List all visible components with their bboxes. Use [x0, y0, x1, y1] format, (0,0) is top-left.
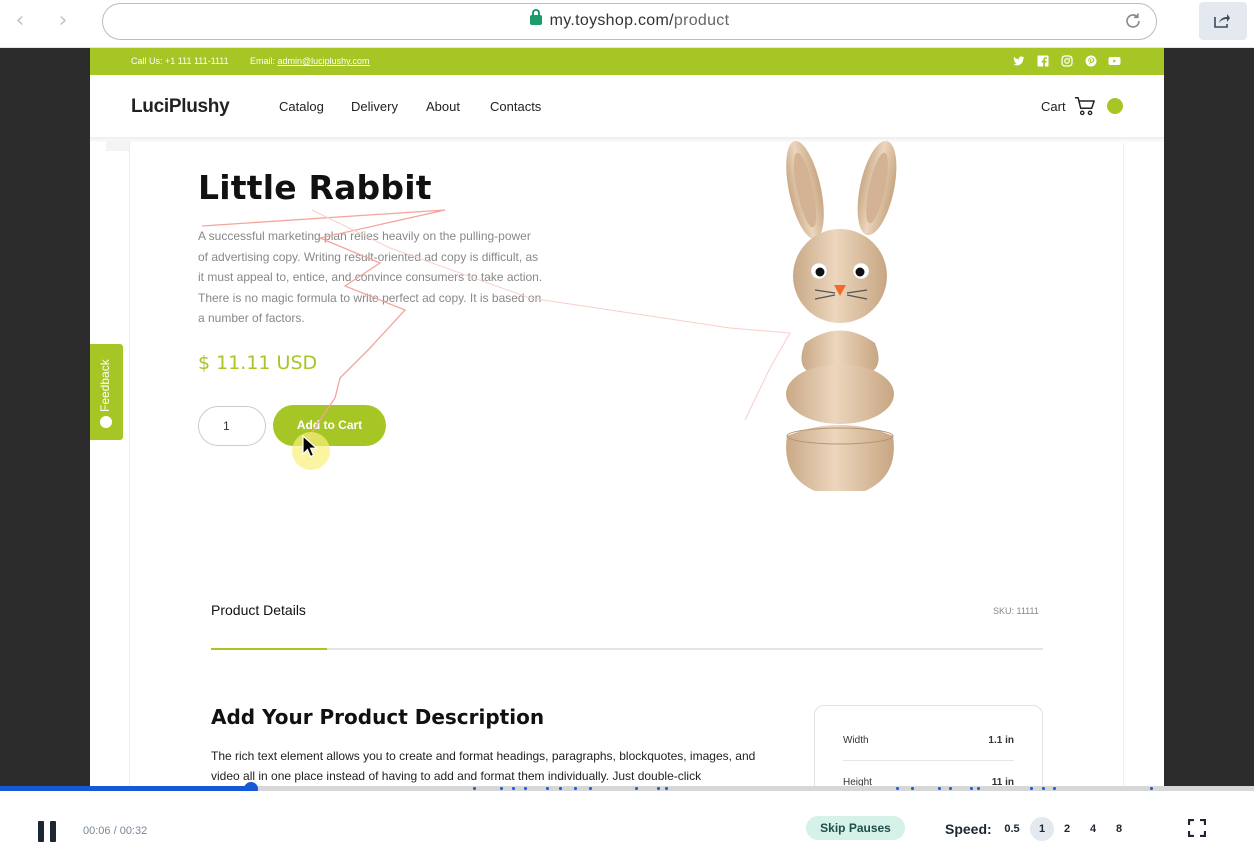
event-marker: [1150, 787, 1153, 790]
quantity-input[interactable]: 1: [198, 406, 266, 446]
feedback-icon: [100, 416, 112, 428]
event-marker: [896, 787, 899, 790]
spec-row-height: Height 11 in: [843, 777, 1014, 786]
speed-option-4[interactable]: 4: [1081, 817, 1105, 841]
event-marker: [911, 787, 914, 790]
address-bar[interactable]: my.toyshop.com/product: [102, 3, 1157, 40]
instagram-icon[interactable]: [1061, 55, 1073, 67]
url-text: my.toyshop.com/product: [103, 9, 1156, 30]
forward-arrow-icon[interactable]: ›: [51, 10, 75, 34]
fullscreen-icon[interactable]: [1188, 819, 1206, 837]
tab-active-indicator: [211, 648, 327, 650]
browser-chrome: ‹ › my.toyshop.com/product: [0, 0, 1254, 48]
share-icon: [1214, 14, 1230, 28]
reload-icon[interactable]: [1124, 12, 1142, 30]
event-marker: [657, 787, 660, 790]
email-label: Email:: [250, 56, 278, 66]
event-marker: [546, 787, 549, 790]
product-price: $ 11.11 USD: [198, 352, 318, 374]
cart-link[interactable]: Cart: [1041, 99, 1066, 114]
event-marker: [512, 787, 515, 790]
email-link[interactable]: admin@luciplushy.com: [278, 56, 370, 66]
speed-option-8[interactable]: 8: [1107, 817, 1131, 841]
event-marker: [500, 787, 503, 790]
sku-text: SKU: 11111: [993, 606, 1039, 616]
feedback-tab[interactable]: Feedback: [90, 344, 123, 440]
pause-icon[interactable]: [38, 821, 56, 842]
twitter-icon[interactable]: [1013, 55, 1025, 67]
event-marker: [574, 787, 577, 790]
site-logo[interactable]: LuciPlushy: [131, 96, 230, 118]
cart-icon[interactable]: [1074, 95, 1096, 117]
page-viewport: Call Us: +1 111 111-1111 Email: admin@lu…: [0, 48, 1254, 786]
event-marker: [524, 787, 527, 790]
share-button[interactable]: [1199, 2, 1247, 40]
email-text: Email: admin@luciplushy.com: [250, 56, 370, 66]
menu-item-delivery[interactable]: Delivery: [351, 99, 398, 114]
speed-option-1[interactable]: 1: [1030, 817, 1054, 841]
decorative-block: [106, 141, 130, 151]
player-controls: 00:06 / 00:32 Skip Pauses Speed: 0.5 1 2…: [0, 791, 1254, 843]
tab-divider: [211, 648, 1043, 650]
website: Call Us: +1 111 111-1111 Email: admin@lu…: [90, 48, 1164, 786]
event-marker: [1030, 787, 1033, 790]
site-header: LuciPlushy Catalog Delivery About Contac…: [90, 75, 1164, 137]
url-path: product: [673, 12, 730, 29]
feedback-label: Feedback: [98, 359, 112, 412]
event-marker: [949, 787, 952, 790]
description-heading: Add Your Product Description: [211, 705, 545, 729]
skip-pauses-toggle[interactable]: Skip Pauses: [806, 816, 905, 840]
speed-option-2[interactable]: 2: [1055, 817, 1079, 841]
menu-item-about[interactable]: About: [426, 99, 460, 114]
pinterest-icon[interactable]: [1085, 55, 1097, 67]
youtube-icon[interactable]: [1108, 55, 1121, 67]
lock-icon: [529, 9, 542, 25]
event-marker: [665, 787, 668, 790]
event-marker: [559, 787, 562, 790]
menu-item-catalog[interactable]: Catalog: [279, 99, 324, 114]
menu-item-contacts[interactable]: Contacts: [490, 99, 541, 114]
spec-row-width: Width 1.1 in: [843, 735, 1014, 746]
event-marker: [589, 787, 592, 790]
event-marker: [977, 787, 980, 790]
playback-time: 00:06 / 00:32: [83, 825, 148, 837]
spec-value: 11 in: [991, 777, 1014, 786]
mouse-cursor-icon: [302, 435, 318, 458]
event-marker: [1042, 787, 1045, 790]
spec-label: Height: [843, 777, 872, 786]
tab-product-details[interactable]: Product Details: [211, 602, 306, 618]
facebook-icon[interactable]: [1037, 55, 1049, 67]
speed-label: Speed:: [945, 821, 992, 837]
phone-text: Call Us: +1 111 111-1111: [131, 56, 229, 66]
product-title: Little Rabbit: [198, 168, 432, 207]
event-marker: [1053, 787, 1056, 790]
url-host: my.toyshop.com/: [549, 12, 674, 29]
product-image: [786, 140, 897, 491]
description-body: The rich text element allows you to crea…: [211, 749, 756, 783]
specs-card: Width 1.1 in Height 11 in: [814, 705, 1043, 786]
event-marker: [970, 787, 973, 790]
spec-value: 1.1 in: [988, 735, 1014, 746]
spec-divider: [843, 760, 1014, 761]
cart-count-badge[interactable]: [1107, 98, 1123, 114]
back-arrow-icon[interactable]: ‹: [8, 10, 32, 34]
event-marker: [635, 787, 638, 790]
event-marker: [473, 787, 476, 790]
event-marker: [938, 787, 941, 790]
spec-label: Width: [843, 735, 869, 746]
add-to-cart-button[interactable]: Add to Cart: [273, 405, 386, 446]
top-info-bar: Call Us: +1 111 111-1111 Email: admin@lu…: [90, 48, 1164, 75]
speed-option-0-5[interactable]: 0.5: [1000, 817, 1024, 841]
product-description: A successful marketing plan relies heavi…: [198, 229, 543, 325]
